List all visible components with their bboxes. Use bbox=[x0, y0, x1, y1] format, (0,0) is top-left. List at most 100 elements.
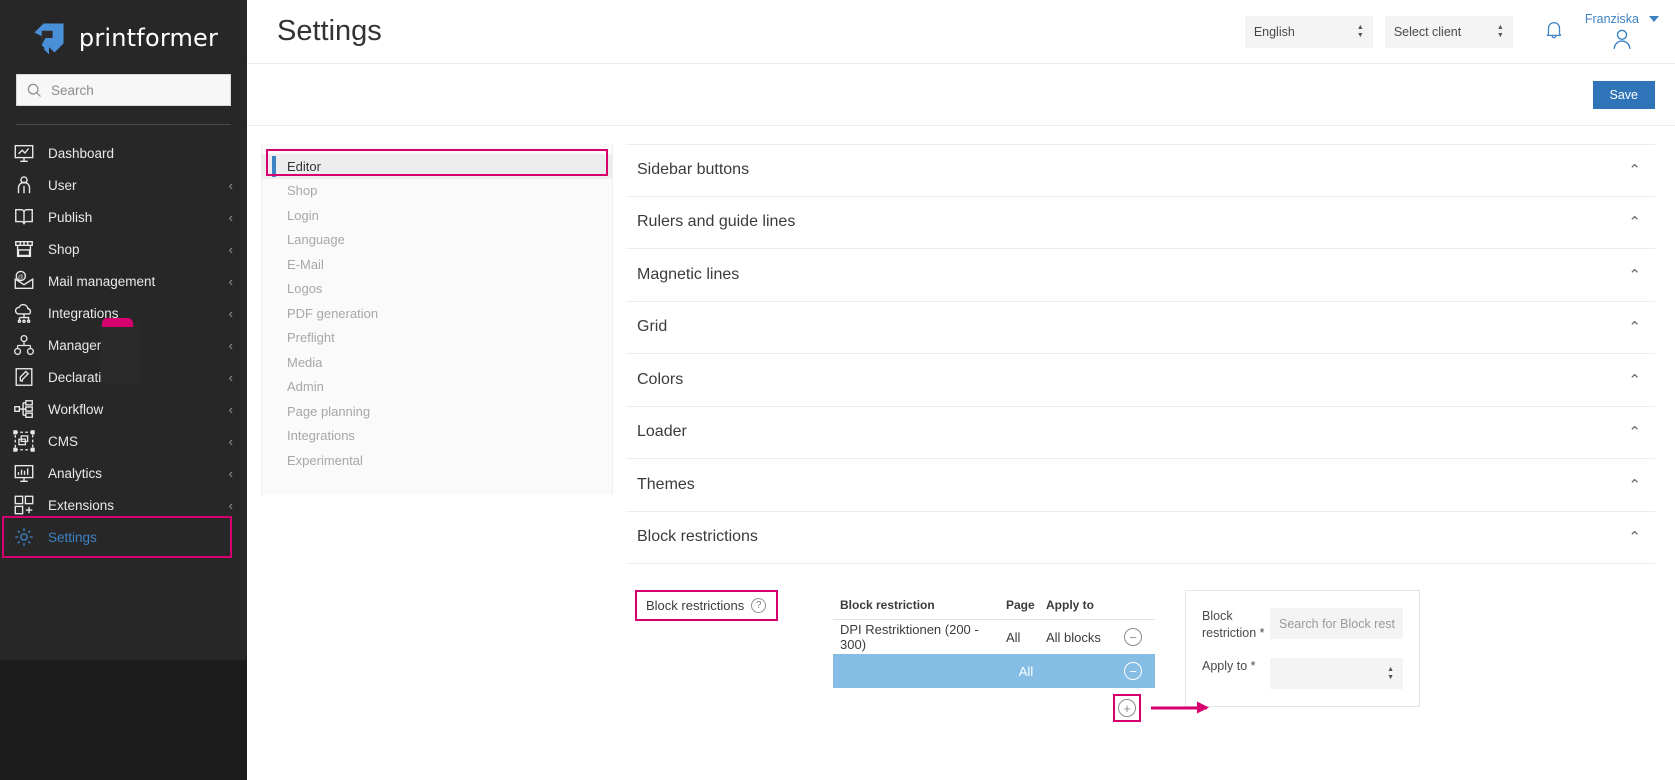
chevron-up-icon: ⌃ bbox=[1628, 318, 1641, 336]
chevron-up-icon: ⌃ bbox=[1628, 161, 1641, 179]
network-users-icon bbox=[13, 334, 35, 356]
cell-block-restriction: DPI Restriktionen (200 - 300) bbox=[833, 622, 1006, 652]
subnav-item-media[interactable]: Media bbox=[262, 350, 612, 375]
accordion-grid[interactable]: Grid ⌃ bbox=[626, 302, 1655, 355]
notification-bell-icon[interactable] bbox=[1543, 17, 1565, 46]
sidebar-footer bbox=[0, 660, 247, 780]
sidebar-nav: Dashboard User ‹ Publish ‹ S bbox=[0, 137, 247, 660]
search-wrap: Search bbox=[0, 70, 247, 106]
sidebar-item-label: Settings bbox=[48, 530, 233, 545]
subnav-item-language[interactable]: Language bbox=[262, 228, 612, 253]
search-placeholder: Search bbox=[51, 83, 94, 98]
question-mark-icon[interactable]: ? bbox=[751, 598, 766, 613]
user-menu[interactable]: Franziska bbox=[1585, 12, 1659, 52]
sidebar-item-label: Analytics bbox=[48, 466, 216, 481]
add-button-highlight: + bbox=[1113, 694, 1141, 722]
save-button[interactable]: Save bbox=[1593, 81, 1656, 109]
client-value: Select client bbox=[1394, 25, 1497, 39]
sidebar-item-mail-management[interactable]: @ Mail management ‹ bbox=[0, 265, 247, 297]
subnav-item-login[interactable]: Login bbox=[262, 203, 612, 228]
chevron-up-icon: ⌃ bbox=[1628, 423, 1641, 441]
spinner-arrows-icon: ▲▼ bbox=[1497, 25, 1504, 39]
sidebar: printformer Search Dashboard bbox=[0, 0, 247, 780]
store-icon bbox=[13, 238, 35, 260]
accordion-block-restrictions[interactable]: Block restrictions ⌃ bbox=[626, 512, 1655, 565]
sidebar-item-settings[interactable]: Settings bbox=[0, 521, 247, 553]
chevron-left-icon: ‹ bbox=[229, 339, 233, 352]
subnav-item-experimental[interactable]: Experimental bbox=[262, 448, 612, 473]
brand-name: printformer bbox=[79, 24, 218, 52]
dashboard-icon bbox=[13, 142, 35, 164]
sidebar-item-analytics[interactable]: Analytics ‹ bbox=[0, 457, 247, 489]
cell-apply-to: All blocks bbox=[1046, 630, 1112, 645]
field-label-text: Block restrictions bbox=[646, 598, 744, 613]
sidebar-item-user[interactable]: User ‹ bbox=[0, 169, 247, 201]
sidebar-item-shop[interactable]: Shop ‹ bbox=[0, 233, 247, 265]
spinner-arrows-icon: ▲▼ bbox=[1387, 667, 1394, 681]
chevron-up-icon: ⌃ bbox=[1628, 371, 1641, 389]
sidebar-item-extensions[interactable]: Extensions ‹ bbox=[0, 489, 247, 521]
subnav-item-shop[interactable]: Shop bbox=[262, 179, 612, 204]
block-restriction-search-input[interactable]: Search for Block rest bbox=[1270, 608, 1403, 639]
column-header-page: Page bbox=[1006, 598, 1046, 612]
subnav-item-page-planning[interactable]: Page planning bbox=[262, 399, 612, 424]
accordion-title: Sidebar buttons bbox=[637, 161, 749, 179]
brand[interactable]: printformer bbox=[0, 0, 247, 70]
accordion-title: Rulers and guide lines bbox=[637, 213, 795, 231]
apply-to-select[interactable]: ▲▼ bbox=[1270, 658, 1403, 689]
subnav-item-email[interactable]: E-Mail bbox=[262, 252, 612, 277]
sidebar-item-publish[interactable]: Publish ‹ bbox=[0, 201, 247, 233]
subnav-item-integrations[interactable]: Integrations bbox=[262, 424, 612, 449]
sidebar-item-label: User bbox=[48, 178, 216, 193]
subnav-item-editor[interactable]: Editor bbox=[262, 154, 612, 179]
table-header-row: Block restriction Page Apply to bbox=[833, 590, 1155, 620]
accordion-title: Grid bbox=[637, 318, 667, 336]
subnav-item-admin[interactable]: Admin bbox=[262, 375, 612, 400]
subnav-item-label: Login bbox=[287, 208, 319, 223]
plus-circle-icon[interactable]: + bbox=[1118, 699, 1136, 717]
form-row-apply-to: Apply to * ▲▼ bbox=[1202, 658, 1403, 689]
sidebar-item-label: Workflow bbox=[48, 402, 216, 417]
sidebar-item-cms[interactable]: CMS ‹ bbox=[0, 425, 247, 457]
language-select[interactable]: English ▲▼ bbox=[1245, 16, 1373, 48]
accordion-rulers-and-guide-lines[interactable]: Rulers and guide lines ⌃ bbox=[626, 197, 1655, 250]
subnav-item-label: Page planning bbox=[287, 404, 370, 419]
subnav-item-label: Shop bbox=[287, 183, 317, 198]
sidebar-item-dashboard[interactable]: Dashboard bbox=[0, 137, 247, 169]
minus-circle-icon[interactable]: − bbox=[1124, 662, 1142, 680]
topbar-right: English ▲▼ Select client ▲▼ Franziska bbox=[1245, 12, 1659, 52]
add-row-container: + bbox=[833, 688, 1155, 728]
subnav-item-label: Preflight bbox=[287, 330, 335, 345]
page-title: Settings bbox=[277, 15, 382, 48]
analytics-icon bbox=[13, 462, 35, 484]
form-label: Apply to * bbox=[1202, 658, 1270, 675]
book-icon bbox=[13, 206, 35, 228]
subnav-item-logos[interactable]: Logos bbox=[262, 277, 612, 302]
accordion-title: Themes bbox=[637, 476, 695, 494]
subnav-item-pdf-generation[interactable]: PDF generation bbox=[262, 301, 612, 326]
sidebar-item-workflow[interactable]: Workflow ‹ bbox=[0, 393, 247, 425]
cms-icon bbox=[13, 430, 35, 452]
minus-circle-icon[interactable]: − bbox=[1124, 628, 1142, 646]
accordion-loader[interactable]: Loader ⌃ bbox=[626, 407, 1655, 460]
settings-panel: Sidebar buttons ⌃ Rulers and guide lines… bbox=[613, 144, 1655, 780]
avatar-icon bbox=[1608, 27, 1636, 52]
accordion-magnetic-lines[interactable]: Magnetic lines ⌃ bbox=[626, 249, 1655, 302]
accordion-colors[interactable]: Colors ⌃ bbox=[626, 354, 1655, 407]
subnav-item-label: Integrations bbox=[287, 428, 355, 443]
search-icon bbox=[27, 83, 42, 98]
subnav-item-label: Experimental bbox=[287, 453, 363, 468]
subnav-item-preflight[interactable]: Preflight bbox=[262, 326, 612, 351]
action-bar: Save bbox=[247, 64, 1675, 126]
workflow-icon bbox=[13, 398, 35, 420]
table-row[interactable]: All − bbox=[833, 654, 1155, 688]
sidebar-item-label: Integrations bbox=[48, 306, 216, 321]
accordion-themes[interactable]: Themes ⌃ bbox=[626, 459, 1655, 512]
block-restrictions-label-col: Block restrictions ? bbox=[635, 590, 833, 728]
search-input[interactable]: Search bbox=[16, 74, 231, 106]
chevron-left-icon: ‹ bbox=[229, 403, 233, 416]
accordion-sidebar-buttons[interactable]: Sidebar buttons ⌃ bbox=[626, 144, 1655, 197]
client-select[interactable]: Select client ▲▼ bbox=[1385, 16, 1513, 48]
column-header-apply-to: Apply to bbox=[1046, 598, 1112, 612]
table-row[interactable]: DPI Restriktionen (200 - 300) All All bl… bbox=[833, 620, 1155, 654]
